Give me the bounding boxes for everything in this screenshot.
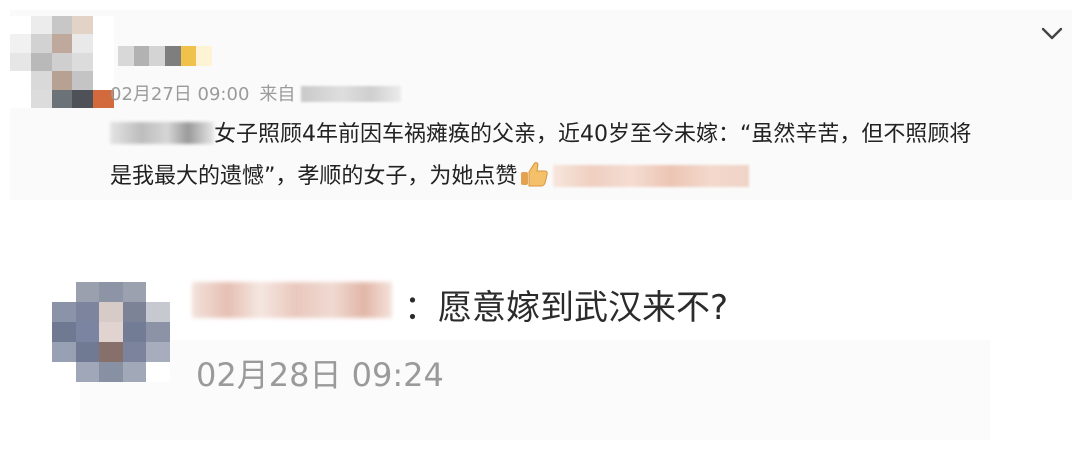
post-mention-redacted[interactable]: [110, 122, 214, 144]
post-timestamp: 02月27日 09:00: [110, 84, 250, 105]
reply-text: 愿意嫁到武汉来不?: [438, 288, 729, 328]
reply-avatar[interactable]: [52, 282, 170, 382]
reply-separator: ：: [404, 288, 438, 328]
post-body-line-1: 女子照顾4年前因车祸瘫痪的父亲，近40岁至今未嫁：“虽然辛苦，但不照顾将: [110, 114, 1050, 156]
reply-timestamp: 02月28日 09:24: [196, 356, 444, 394]
thumbs-up-icon: [521, 162, 549, 187]
post-source-redacted[interactable]: [301, 86, 402, 102]
post-trailing-redacted[interactable]: [553, 165, 750, 187]
post-body-text-1: 女子照顾4年前因车祸瘫痪的父亲，近40岁至今未嫁：“虽然辛苦，但不照顾将: [214, 122, 972, 147]
post-meta: 02月27日 09:00 来自: [110, 80, 402, 106]
post-body: 女子照顾4年前因车祸瘫痪的父亲，近40岁至今未嫁：“虽然辛苦，但不照顾将 是我最…: [110, 114, 1050, 198]
reply-username-redacted[interactable]: [192, 282, 392, 318]
reply-content: ：愿意嫁到武汉来不?: [404, 280, 728, 329]
post-body-text-2: 是我最大的遗憾”，孝顺的女子，为她点赞: [110, 164, 518, 189]
post-avatar[interactable]: [10, 16, 114, 108]
post-username-redacted[interactable]: [118, 46, 213, 66]
post-source-label: 来自: [259, 84, 296, 105]
post-body-line-2: 是我最大的遗憾”，孝顺的女子，为她点赞: [110, 156, 1050, 198]
chevron-down-icon[interactable]: [1040, 26, 1064, 42]
